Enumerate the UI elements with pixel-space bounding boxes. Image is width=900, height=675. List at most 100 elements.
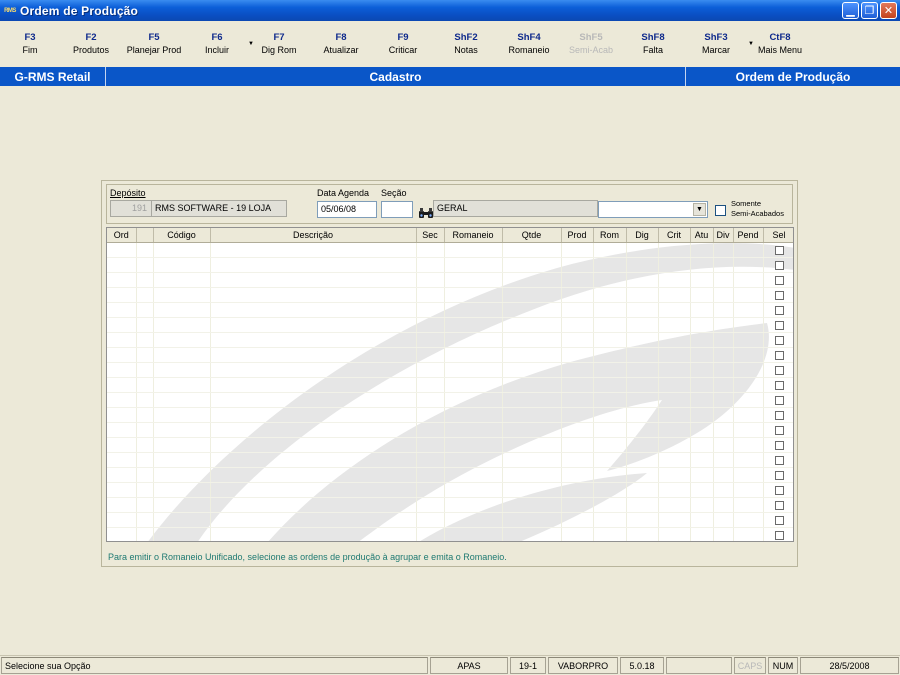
- table-cell: [153, 257, 211, 273]
- restore-icon[interactable]: ❐: [861, 2, 878, 19]
- row-select-checkbox[interactable]: [774, 395, 784, 405]
- orders-grid[interactable]: Ord Código Descrição Sec Romaneio Qtde P…: [106, 227, 794, 542]
- table-row[interactable]: [107, 497, 793, 513]
- table-cell: [444, 377, 503, 393]
- column-header-pend[interactable]: Pend: [733, 228, 764, 243]
- table-cell: [561, 317, 594, 333]
- table-row[interactable]: [107, 287, 793, 303]
- row-select-checkbox[interactable]: [774, 275, 784, 285]
- row-select-checkbox[interactable]: [774, 530, 784, 540]
- orders-table: Ord Código Descrição Sec Romaneio Qtde P…: [107, 228, 793, 541]
- column-header-romaneio[interactable]: Romaneio: [444, 228, 503, 243]
- column-header-prod[interactable]: Prod: [561, 228, 594, 243]
- table-row[interactable]: [107, 467, 793, 483]
- table-row[interactable]: [107, 437, 793, 453]
- toolbar-button-dig-rom[interactable]: F7 Dig Rom: [248, 21, 310, 67]
- column-header-crit[interactable]: Crit: [658, 228, 691, 243]
- row-select-checkbox[interactable]: [774, 305, 784, 315]
- filter-combo[interactable]: ▼: [598, 201, 708, 218]
- column-header-sel[interactable]: Sel: [763, 228, 793, 243]
- row-select-cell: [763, 242, 793, 258]
- table-row[interactable]: [107, 332, 793, 348]
- column-header-rom[interactable]: Rom: [593, 228, 627, 243]
- row-select-checkbox[interactable]: [774, 365, 784, 375]
- column-header-dig[interactable]: Dig: [626, 228, 659, 243]
- column-header-qtde[interactable]: Qtde: [502, 228, 562, 243]
- table-row[interactable]: [107, 242, 793, 258]
- column-header-atu[interactable]: Atu: [690, 228, 714, 243]
- table-cell: [107, 272, 137, 288]
- close-icon[interactable]: ✕: [880, 2, 897, 19]
- row-select-checkbox[interactable]: [774, 290, 784, 300]
- table-row[interactable]: [107, 512, 793, 528]
- table-cell: [153, 437, 211, 453]
- row-select-checkbox[interactable]: [774, 440, 784, 450]
- toolbar-button-mais-menu[interactable]: CtF8 Mais Menu: [748, 21, 812, 67]
- toolbar-button-fim[interactable]: F3 Fim: [0, 21, 60, 67]
- row-select-checkbox[interactable]: [774, 245, 784, 255]
- row-select-checkbox[interactable]: [774, 260, 784, 270]
- row-select-checkbox[interactable]: [774, 350, 784, 360]
- table-cell: [690, 497, 714, 513]
- toolbar-button-falta[interactable]: ShF8 Falta: [622, 21, 684, 67]
- column-header-codigo[interactable]: Código: [153, 228, 211, 243]
- table-row[interactable]: [107, 377, 793, 393]
- row-select-cell: [763, 317, 793, 333]
- row-select-checkbox[interactable]: [774, 320, 784, 330]
- table-row[interactable]: [107, 317, 793, 333]
- row-select-checkbox[interactable]: [774, 335, 784, 345]
- row-select-checkbox[interactable]: [774, 410, 784, 420]
- toolbar-button-romaneio[interactable]: ShF4 Romaneio: [498, 21, 560, 67]
- column-header-ord[interactable]: Ord: [107, 228, 137, 243]
- table-cell: [593, 512, 627, 528]
- row-select-checkbox[interactable]: [774, 470, 784, 480]
- table-row[interactable]: [107, 272, 793, 288]
- toolbar-button-incluir[interactable]: F6 Incluir ▼: [186, 21, 254, 67]
- table-row[interactable]: [107, 452, 793, 468]
- row-select-checkbox[interactable]: [774, 455, 784, 465]
- table-cell: [713, 467, 734, 483]
- table-row[interactable]: [107, 527, 793, 541]
- table-row[interactable]: [107, 422, 793, 438]
- table-cell: [153, 407, 211, 423]
- table-row[interactable]: [107, 407, 793, 423]
- column-header-blank[interactable]: [136, 228, 154, 243]
- table-row[interactable]: [107, 347, 793, 363]
- column-header-descricao[interactable]: Descrição: [210, 228, 417, 243]
- toolbar-button-semi-acab[interactable]: ShF5 Semi-Acab: [560, 21, 622, 67]
- table-cell: [690, 512, 714, 528]
- row-select-cell: [763, 392, 793, 408]
- somente-semi-acabados-checkbox[interactable]: [715, 205, 726, 216]
- chevron-down-icon[interactable]: ▼: [693, 203, 706, 216]
- column-header-sec[interactable]: Sec: [416, 228, 445, 243]
- toolbar-button-criticar[interactable]: F9 Criticar: [372, 21, 434, 67]
- table-cell: [561, 242, 594, 258]
- table-cell: [444, 497, 503, 513]
- table-cell: [107, 482, 137, 498]
- row-select-checkbox[interactable]: [774, 485, 784, 495]
- row-select-checkbox[interactable]: [774, 515, 784, 525]
- table-row[interactable]: [107, 482, 793, 498]
- deposito-code-field[interactable]: 191: [110, 200, 152, 217]
- data-agenda-field[interactable]: 05/06/08: [317, 201, 377, 218]
- minimize-icon[interactable]: ▁: [842, 2, 859, 19]
- table-row[interactable]: [107, 362, 793, 378]
- table-cell: [713, 422, 734, 438]
- row-select-checkbox[interactable]: [774, 425, 784, 435]
- row-select-checkbox[interactable]: [774, 380, 784, 390]
- toolbar-button-atualizar[interactable]: F8 Atualizar: [310, 21, 372, 67]
- table-cell: [658, 527, 691, 541]
- table-row[interactable]: [107, 302, 793, 318]
- toolbar-button-planejar-prod[interactable]: F5 Planejar Prod: [122, 21, 186, 67]
- table-cell: [136, 287, 154, 303]
- row-select-cell: [763, 272, 793, 288]
- toolbar-button-notas[interactable]: ShF2 Notas: [434, 21, 498, 67]
- secao-code-field[interactable]: [381, 201, 413, 218]
- table-row[interactable]: [107, 257, 793, 273]
- table-row[interactable]: [107, 392, 793, 408]
- row-select-checkbox[interactable]: [774, 500, 784, 510]
- toolbar-button-produtos[interactable]: F2 Produtos: [60, 21, 122, 67]
- column-header-div[interactable]: Div: [713, 228, 734, 243]
- table-cell: [561, 332, 594, 348]
- toolbar-button-marcar[interactable]: ShF3 Marcar ▼: [684, 21, 754, 67]
